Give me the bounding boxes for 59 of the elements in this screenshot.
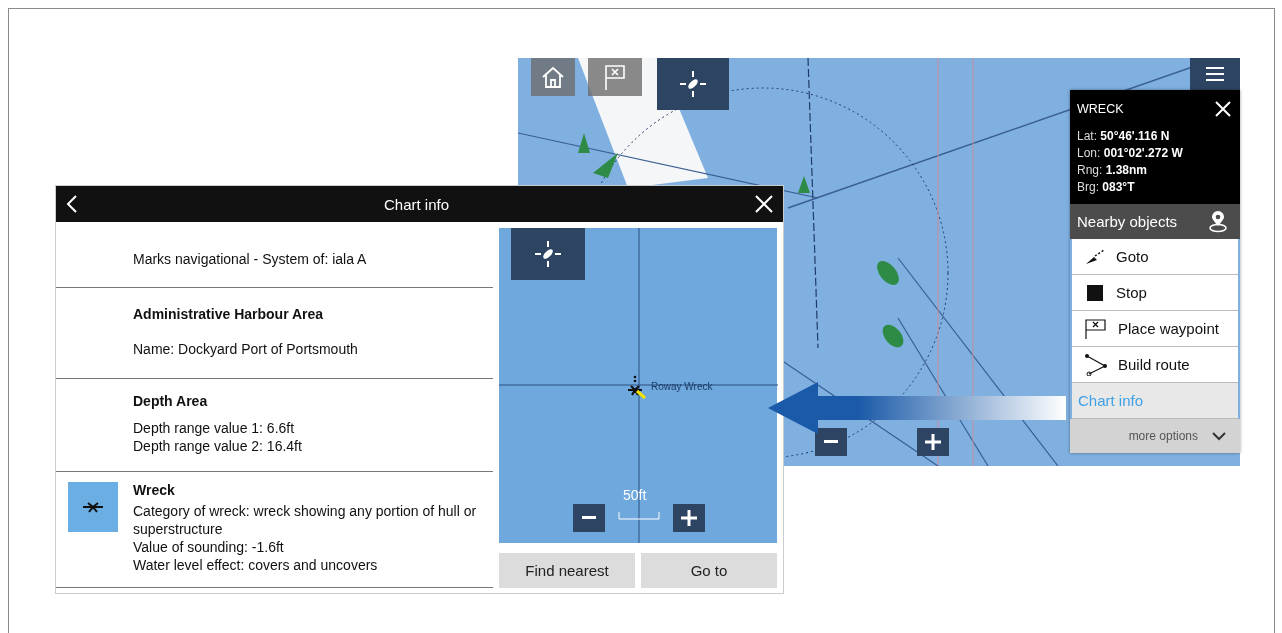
zoom-out-button[interactable] <box>815 428 847 456</box>
zoom-out-button[interactable] <box>573 504 605 532</box>
plus-icon <box>925 434 941 450</box>
menu-item[interactable]: Place waypoint <box>1072 311 1238 347</box>
vessel-crosshair-icon <box>678 69 708 99</box>
menu-icon <box>1206 67 1224 81</box>
object-attribute: Category of wreck: wreck showing any portion of hull or superstructure <box>133 502 478 538</box>
beacon-icon <box>798 176 810 193</box>
buoy-icon <box>877 261 899 285</box>
nearby-objects-button[interactable]: Nearby objects <box>1070 204 1240 239</box>
menu-item[interactable]: Stop <box>1072 275 1238 311</box>
beacon-icon <box>578 133 590 153</box>
wreck-label: Roway Wreck <box>651 381 713 392</box>
action-button[interactable]: Find nearest <box>499 553 635 588</box>
minus-icon <box>582 516 596 520</box>
menu-item[interactable]: Build route <box>1072 347 1238 383</box>
object-title: Administrative Harbour Area <box>133 306 325 322</box>
back-icon[interactable] <box>66 195 78 213</box>
position-detail: Brg: 083°T <box>1077 180 1136 194</box>
position-detail: Lon: 001°02'.272 W <box>1077 146 1184 160</box>
home-icon <box>540 65 566 89</box>
object-title: Depth Area <box>133 393 209 409</box>
plus-icon <box>681 510 697 526</box>
object-attribute: Water level effect: covers and uncovers <box>133 556 379 574</box>
wreck-icon <box>82 501 104 513</box>
center-vessel-button[interactable] <box>511 228 585 280</box>
close-icon[interactable] <box>755 195 773 213</box>
more-options-button[interactable]: more options <box>1070 419 1240 453</box>
vessel-icon <box>593 153 618 178</box>
waypoint-flag-icon <box>602 63 628 91</box>
route-icon <box>1084 353 1108 376</box>
object-attribute: Marks navigational - System of: iala A <box>133 250 367 268</box>
object-title: Wreck <box>133 482 176 498</box>
action-button[interactable]: Go to <box>641 553 777 588</box>
object-attribute: Depth range value 1: 6.6ft <box>133 419 296 437</box>
scale-bar-icon <box>618 512 660 520</box>
object-attribute: Name: Dockyard Port of Portsmouth <box>133 340 358 358</box>
position-detail: Lat: 50°46'.116 N <box>1077 129 1171 143</box>
menu-button[interactable] <box>1190 58 1240 90</box>
location-pin-icon <box>1208 209 1228 234</box>
dialog-title: Chart info <box>383 195 449 213</box>
vessel-crosshair-icon <box>533 239 563 269</box>
minus-icon <box>824 440 838 444</box>
scale-label: 50ft <box>623 487 647 503</box>
close-icon[interactable] <box>1214 100 1232 118</box>
zoom-in-button[interactable] <box>673 504 705 532</box>
center-vessel-button[interactable] <box>657 58 729 110</box>
zoom-in-button[interactable] <box>917 428 949 456</box>
position-detail: Rng: 1.38nm <box>1077 163 1149 177</box>
home-button[interactable] <box>531 58 575 96</box>
waypoint-flag-icon <box>1084 317 1108 340</box>
chevron-down-icon <box>1212 431 1226 441</box>
stop-icon <box>1084 283 1106 302</box>
object-attribute: Depth range value 2: 16.4ft <box>133 437 302 455</box>
buoy-icon <box>882 324 904 348</box>
waypoint-button[interactable] <box>588 58 642 96</box>
menu-item[interactable]: Goto <box>1072 239 1238 275</box>
object-attribute: Value of sounding: -1.6ft <box>133 538 285 556</box>
menu-title: WRECK <box>1077 102 1124 116</box>
